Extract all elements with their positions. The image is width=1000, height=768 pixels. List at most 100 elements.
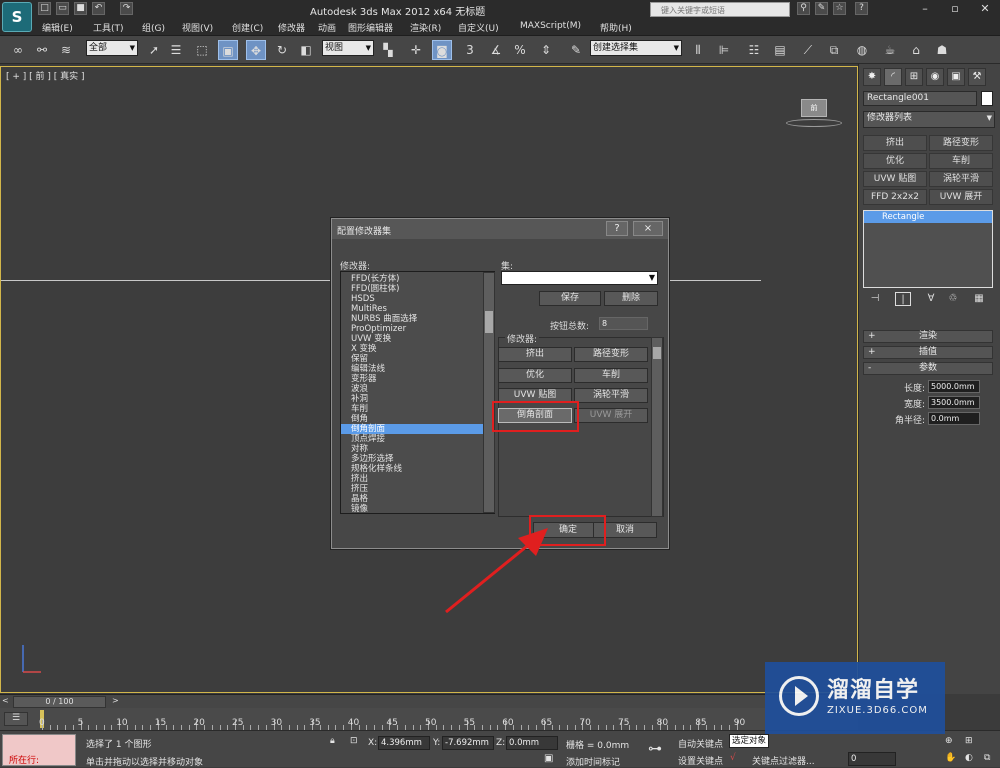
rollout-parameters[interactable]: - 参数 <box>863 362 993 375</box>
menu-graph-editors[interactable]: 图形编辑器 <box>348 21 393 34</box>
set-key-button[interactable]: 设置关键点 <box>678 754 723 767</box>
button-total-spinner[interactable]: 8 <box>599 317 648 330</box>
time-slider[interactable]: 0 / 100 <box>13 696 106 708</box>
menu-views[interactable]: 视图(V) <box>182 21 213 34</box>
snaps-toggle-icon[interactable]: 3 <box>460 40 480 60</box>
open-file-icon[interactable]: ▭ <box>56 2 69 15</box>
display-tab-icon[interactable]: ▣ <box>947 68 965 86</box>
modifier-list-item[interactable]: 倒角 <box>351 414 486 424</box>
select-rotate-icon[interactable]: ↻ <box>272 40 292 60</box>
rollout-interpolation[interactable]: + 插值 <box>863 346 993 359</box>
set-button-lathe[interactable]: 车削 <box>574 368 648 383</box>
modifier-list-item[interactable]: HSDS <box>351 294 486 304</box>
modifier-list-item[interactable]: 顶点焊接 <box>351 434 486 444</box>
modifier-list-item[interactable]: FFD(长方体) <box>351 274 486 284</box>
menu-rendering[interactable]: 渲染(R) <box>410 21 441 34</box>
selected-object-dropdown[interactable]: 选定对象 <box>729 734 769 748</box>
viewcube-ring[interactable] <box>786 119 842 127</box>
ref-coord-dropdown[interactable]: 视图 <box>322 40 374 56</box>
help-icon[interactable]: ? <box>855 2 868 15</box>
zoom-icon[interactable]: ⊕ <box>945 736 953 746</box>
viewcube-icon[interactable]: 前 <box>801 99 827 117</box>
hierarchy-tab-icon[interactable]: ⊞ <box>905 68 923 86</box>
zoom-extents-icon[interactable]: ⊞ <box>965 736 973 746</box>
mod-button-path-deform[interactable]: 路径变形 <box>929 135 993 151</box>
create-tab-icon[interactable]: ✸ <box>863 68 881 86</box>
set-button-unwrap-uvw[interactable]: UVW 展开 <box>574 408 648 423</box>
absolute-mode-icon[interactable]: ⊡ <box>350 736 358 746</box>
mod-button-optimize[interactable]: 优化 <box>863 153 927 169</box>
mod-button-unwrap-uvw[interactable]: UVW 展开 <box>929 189 993 205</box>
render-setup-icon[interactable]: ☕ <box>880 40 900 60</box>
material-editor-icon[interactable]: ◍ <box>852 40 872 60</box>
schematic-view-icon[interactable]: ⧉ <box>824 40 844 60</box>
modifier-list-item[interactable]: 保留 <box>351 354 486 364</box>
key-filters-button[interactable]: 关键点过滤器... <box>752 754 815 767</box>
key-icon[interactable]: ⊶ <box>648 741 662 757</box>
modifiers-list-scrollbar[interactable] <box>483 272 495 513</box>
time-next-icon[interactable]: > <box>112 696 122 708</box>
app-logo[interactable]: S <box>2 2 32 32</box>
align-icon[interactable]: ⊫ <box>714 40 734 60</box>
modifier-list-item[interactable]: 补洞 <box>351 394 486 404</box>
buttons-scrollbar-thumb[interactable] <box>653 347 661 359</box>
orbit-icon[interactable]: ◐ <box>965 753 973 763</box>
x-coord-field[interactable]: 4.396mm <box>378 736 430 750</box>
mini-curve-editor-icon[interactable]: ☰ <box>4 712 28 726</box>
menu-edit[interactable]: 编辑(E) <box>42 21 73 34</box>
ribbon-icon[interactable]: ▤ <box>770 40 790 60</box>
render-production-icon[interactable]: ☗ <box>932 40 952 60</box>
star-icon[interactable]: ☆ <box>833 2 846 15</box>
dialog-help-button[interactable]: ? <box>606 221 628 236</box>
modifiers-listbox[interactable]: FFD(长方体) FFD(圆柱体) HSDS MultiRes NURBS 曲面选择 Pr… <box>340 271 495 514</box>
modifier-list-item[interactable]: ProOptimizer <box>351 324 486 334</box>
mod-button-extrude[interactable]: 挤出 <box>863 135 927 151</box>
pan-icon[interactable]: ✋ <box>945 753 956 763</box>
remove-modifier-icon[interactable]: ♲ <box>945 292 961 306</box>
width-spinner[interactable]: 3500.0mm <box>928 396 980 409</box>
menu-maxscript[interactable]: MAXScript(M) <box>520 21 581 31</box>
object-name-field[interactable]: Rectangle001 <box>863 91 977 106</box>
modifier-list-item[interactable]: 编辑法线 <box>351 364 486 374</box>
mod-button-ffd[interactable]: FFD 2x2x2 <box>863 189 927 205</box>
pin-stack-icon[interactable]: ⊣ <box>867 292 883 306</box>
modifier-list-item[interactable]: 对称 <box>351 444 486 454</box>
select-scale-icon[interactable]: ◧ <box>296 40 316 60</box>
keyboard-shortcut-icon[interactable]: ◙ <box>432 40 452 60</box>
pivot-center-icon[interactable]: ▚ <box>378 40 398 60</box>
modifier-list-item[interactable]: UVW 变换 <box>351 334 486 344</box>
named-selection-dropdown[interactable]: 创建选择集 <box>590 40 682 56</box>
set-button-path-deform[interactable]: 路径变形 <box>574 347 648 362</box>
bind-spacewarp-icon[interactable]: ≋ <box>56 40 76 60</box>
set-button-optimize[interactable]: 优化 <box>498 368 572 383</box>
select-object-icon[interactable]: ➚ <box>144 40 164 60</box>
rendered-frame-icon[interactable]: ⌂ <box>906 40 926 60</box>
modifier-list-item[interactable]: 倒角剖面 <box>341 424 484 434</box>
utilities-tab-icon[interactable]: ⚒ <box>968 68 986 86</box>
close-icon[interactable]: ✕ <box>970 0 1000 19</box>
angle-snap-icon[interactable]: ∡ <box>486 40 506 60</box>
modifier-list-dropdown[interactable]: 修改器列表 <box>863 111 995 128</box>
delete-set-button[interactable]: 删除 <box>604 291 658 306</box>
unlink-icon[interactable]: ⚯ <box>32 40 52 60</box>
modifier-list-item[interactable]: 晶格 <box>351 494 486 504</box>
modifier-list-item[interactable]: NURBS 曲面选择 <box>351 314 486 324</box>
buttons-scrollbar[interactable] <box>651 337 663 517</box>
edit-named-sets-icon[interactable]: ✎ <box>566 40 586 60</box>
scrollbar-thumb[interactable] <box>485 311 493 333</box>
undo-icon[interactable]: ↶ <box>92 2 105 15</box>
new-file-icon[interactable]: □ <box>38 2 51 15</box>
time-prev-icon[interactable]: < <box>2 696 12 708</box>
percent-snap-icon[interactable]: % <box>510 40 530 60</box>
save-set-button[interactable]: 保存 <box>539 291 601 306</box>
select-by-name-icon[interactable]: ☰ <box>166 40 186 60</box>
search-input[interactable]: 键入关键字或短语 <box>650 2 790 17</box>
dialog-close-button[interactable]: × <box>633 221 663 236</box>
select-manipulate-icon[interactable]: ✛ <box>406 40 426 60</box>
modifier-list-item[interactable]: MultiRes <box>351 304 486 314</box>
modifier-list-item[interactable]: 规格化样条线 <box>351 464 486 474</box>
menu-animation[interactable]: 动画 <box>318 21 336 34</box>
modifier-list-item[interactable]: 波浪 <box>351 384 486 394</box>
time-tag-icon[interactable]: ▣ <box>544 753 553 764</box>
set-button-turbosmooth[interactable]: 涡轮平滑 <box>574 388 648 403</box>
